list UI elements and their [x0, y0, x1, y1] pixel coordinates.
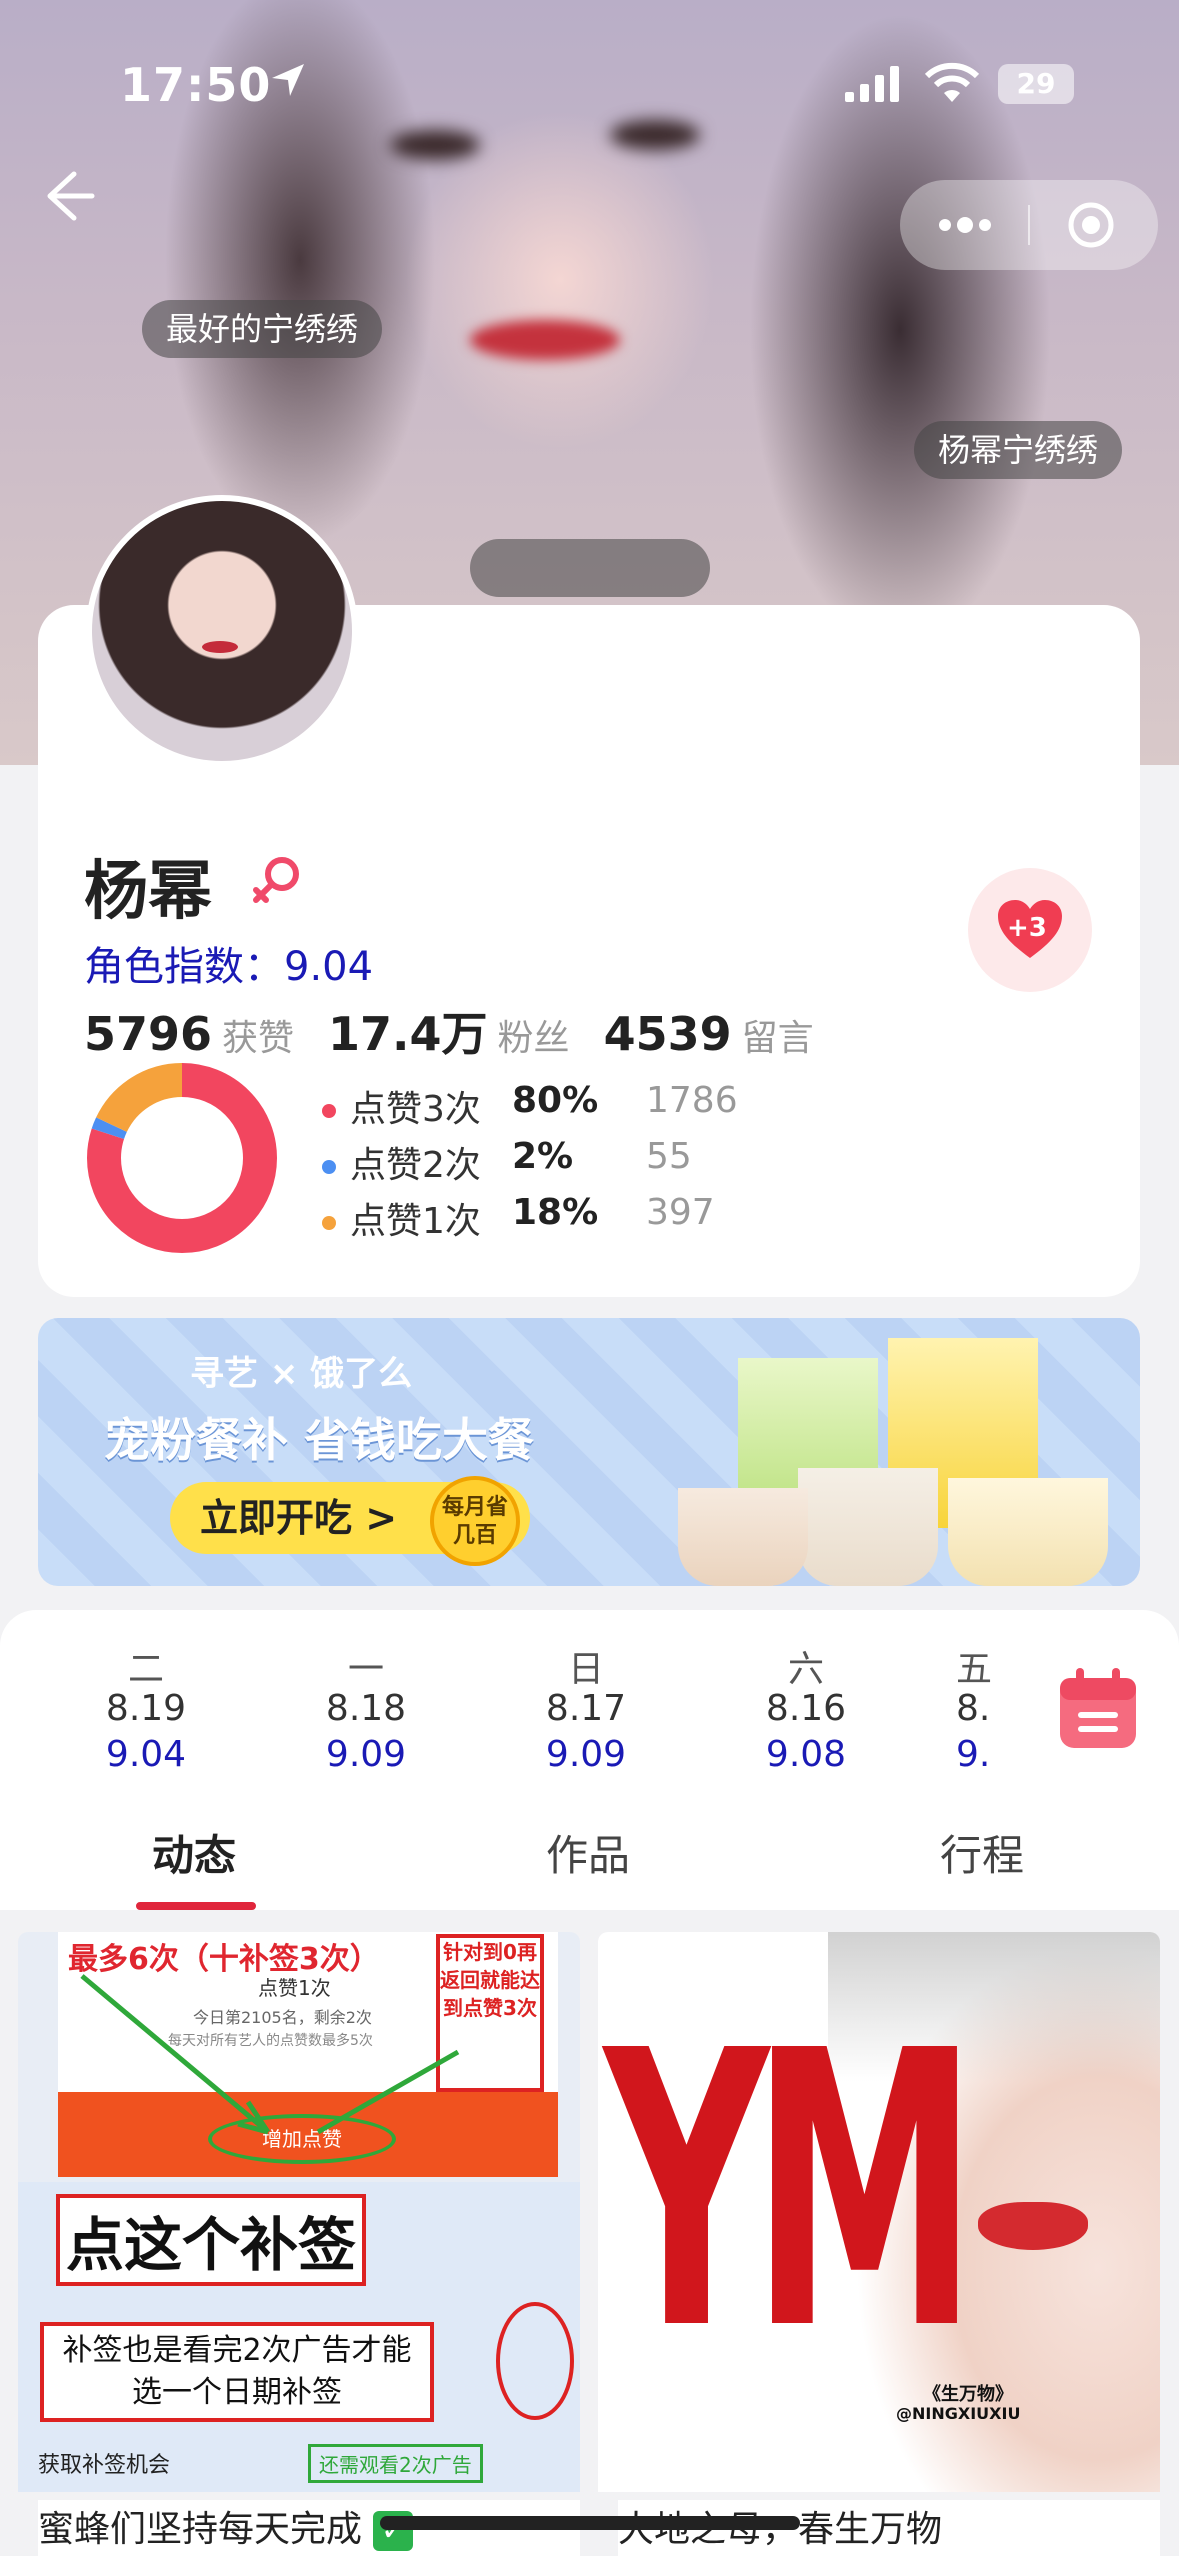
breakdown-count: 397 — [646, 1192, 715, 1233]
date-item[interactable]: 六 8.16 9.08 — [736, 1640, 876, 1775]
screenshot-big-note: 点这个补签 — [56, 2194, 367, 2286]
weekday: 六 — [787, 1649, 824, 1690]
danmaku-bubble: 杨幂宁绣绣 — [914, 421, 1123, 479]
dessert-cup-image — [798, 1468, 938, 1586]
legend-dot — [322, 1104, 336, 1118]
breakdown-percent: 2% — [512, 1136, 574, 1177]
date: 8.18 — [325, 1688, 407, 1729]
date-index: 9.09 — [545, 1734, 627, 1775]
stats-row: 5796 获赞 17.4万 粉丝 4539 留言 — [84, 998, 848, 1064]
green-arrow-icon — [80, 1974, 460, 2135]
capsule-divider — [1028, 205, 1030, 245]
danmaku-bubble: 最好的宁绣绣 — [142, 300, 383, 358]
banner-seal: 每月省几百 — [430, 1476, 520, 1566]
dessert-cup-image — [678, 1488, 808, 1586]
cellular-signal-icon — [845, 66, 899, 102]
role-index: 角色指数：9.04 — [84, 934, 373, 992]
role-index-value: 9.04 — [284, 944, 374, 990]
breakdown-percent: 18% — [512, 1192, 599, 1233]
breakdown-label: 点赞1次 — [350, 1201, 481, 1242]
date: 8.19 — [105, 1688, 187, 1729]
banner-brand: 寻艺 × 饿了么 — [190, 1354, 413, 1394]
likes-label: 获赞 — [222, 1018, 295, 1059]
close-miniprogram-icon[interactable] — [1066, 200, 1116, 250]
avatar-lips — [202, 641, 238, 653]
date-index: 9.09 — [325, 1734, 407, 1775]
comments-count: 4539 — [603, 1007, 732, 1061]
screenshot-note2: 补签也是看完2次广告才能选一个日期补签 — [40, 2322, 434, 2422]
poster-title: 《生万物》 — [923, 2384, 1013, 2405]
breakdown-label: 点赞2次 — [350, 1145, 481, 1186]
date-item[interactable]: 二 8.19 9.04 — [76, 1640, 216, 1775]
poster-handle: @NINGXIUXIU — [896, 2404, 1021, 2423]
breakdown-label: 点赞3次 — [350, 1089, 481, 1130]
likes-count: 5796 — [84, 1007, 213, 1061]
poster-lips — [978, 2202, 1088, 2250]
feed-post-image[interactable]: YM 《生万物》 @NINGXIUXIU — [598, 1932, 1160, 2492]
date: 8. — [956, 1688, 991, 1729]
screenshot-calendar-circle — [496, 2302, 574, 2420]
like-count-badge: +3 — [1007, 913, 1047, 943]
screenshot-bottom-right: 还需观看2次广告 — [308, 2444, 483, 2483]
breakdown-percent: 80% — [512, 1080, 599, 1121]
weekday: 二 — [127, 1649, 164, 1690]
comments-label: 留言 — [741, 1018, 814, 1059]
female-gender-icon — [253, 857, 299, 903]
tab-schedule[interactable]: 行程 — [940, 1822, 1024, 1883]
status-time: 17:50 — [120, 58, 272, 112]
weekday: 五 — [956, 1649, 993, 1690]
location-arrow-icon — [272, 64, 304, 96]
fans-label: 粉丝 — [497, 1018, 570, 1059]
fans-count: 17.4万 — [328, 1007, 488, 1061]
tab-moments[interactable]: 动态 — [152, 1822, 236, 1883]
role-index-label: 角色指数： — [84, 944, 284, 990]
weekday: 一 — [347, 1649, 384, 1690]
danmaku-bubble — [470, 539, 710, 597]
artist-name: 杨幂 — [84, 855, 212, 929]
battery-indicator: 29 — [998, 64, 1074, 104]
breakdown-row: 点赞2次 2% 55 — [322, 1136, 692, 1188]
like-breakdown-donut — [87, 1063, 277, 1253]
date-index: 9. — [956, 1734, 991, 1775]
breakdown-row: 点赞1次 18% 397 — [322, 1192, 715, 1244]
hero-eye — [610, 120, 700, 150]
weekday: 日 — [567, 1649, 604, 1690]
hero-eye — [390, 130, 480, 160]
calendar-icon[interactable] — [1056, 1666, 1140, 1752]
date-item[interactable]: 一 8.18 9.09 — [296, 1640, 436, 1775]
date-index: 9.08 — [765, 1734, 847, 1775]
dessert-cup-image — [948, 1478, 1108, 1586]
active-tab-indicator — [136, 1902, 256, 1910]
poster-big-letters: YM — [604, 1970, 978, 2413]
home-indicator — [380, 2516, 800, 2530]
banner-title: 宠粉餐补 省钱吃大餐 — [104, 1413, 535, 1467]
date-item[interactable]: 五 8. 9. — [956, 1640, 1016, 1775]
date: 8.17 — [545, 1688, 627, 1729]
breakdown-count: 55 — [646, 1136, 692, 1177]
tab-works[interactable]: 作品 — [546, 1822, 630, 1883]
date: 8.16 — [765, 1688, 847, 1729]
avatar[interactable] — [86, 495, 358, 767]
hero-lips — [470, 320, 620, 360]
feed-caption-text: 蜜蜂们坚持每天完成 — [38, 2509, 363, 2550]
date-index: 9.04 — [105, 1734, 187, 1775]
breakdown-count: 1786 — [646, 1080, 738, 1121]
back-arrow-icon[interactable] — [30, 160, 100, 230]
breakdown-row: 点赞3次 80% 1786 — [322, 1080, 738, 1132]
screenshot-bottom-left: 获取补签机会 — [38, 2453, 171, 2478]
more-dots-icon[interactable] — [935, 207, 995, 243]
date-item[interactable]: 日 8.17 9.09 — [516, 1640, 656, 1775]
wifi-icon — [924, 62, 980, 102]
legend-dot — [322, 1216, 336, 1230]
legend-dot — [322, 1160, 336, 1174]
feed-post-image[interactable]: 最多6次（十补签3次） 点赞1次 今日第2105名，剩余2次 每天对所有艺人的点… — [18, 1932, 580, 2492]
